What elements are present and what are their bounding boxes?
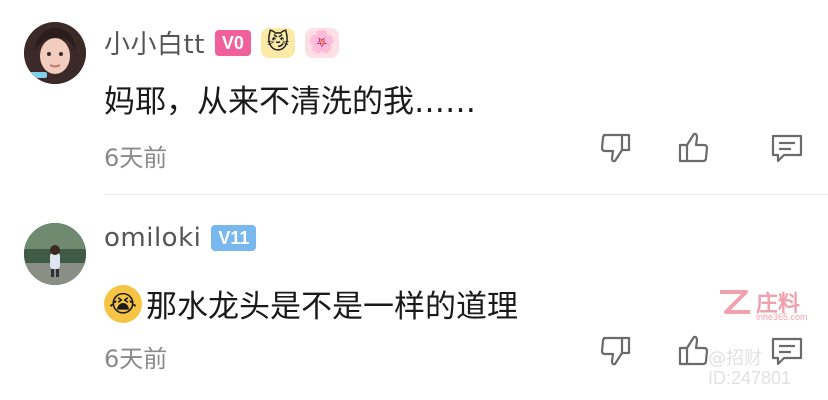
- comment-item: 小小白tt V0 😼 🌸 妈耶，从来不清洗的我…… 6天前: [0, 0, 828, 196]
- brand-logo-icon: [720, 290, 750, 314]
- avatar-portrait-icon: [24, 22, 86, 84]
- avatar[interactable]: [24, 223, 86, 285]
- reply-button[interactable]: [767, 128, 807, 168]
- comment-icon: [771, 134, 803, 163]
- cherry-blossom-badge-icon: 🌸: [304, 27, 339, 58]
- crown-mask-badge-icon: 😼: [260, 27, 295, 58]
- comment-header: omiloki V11: [104, 223, 257, 253]
- username[interactable]: 小小白tt: [104, 24, 205, 61]
- watermark-id: ID:247801: [708, 368, 792, 388]
- like-button[interactable]: [673, 128, 713, 168]
- thumbs-down-icon: [600, 133, 631, 163]
- comment-item: omiloki V11 😭 那水龙头是不是一样的道理 6天前: [0, 197, 828, 400]
- watermark-site: lnhe365.com: [756, 312, 808, 322]
- comment-header: 小小白tt V0 😼 🌸: [104, 24, 339, 61]
- thumbs-up-icon: [678, 132, 709, 163]
- comment-text-row: 😭 那水龙头是不是一样的道理: [104, 281, 518, 326]
- level-badge: V11: [211, 225, 257, 251]
- dislike-button[interactable]: [596, 128, 636, 168]
- thumbs-up-icon: [678, 335, 709, 366]
- thumbs-down-icon: [600, 336, 631, 366]
- comment-time: 6天前: [104, 144, 168, 172]
- avatar-outdoor-photo-icon: [24, 223, 86, 285]
- dislike-button[interactable]: [596, 331, 636, 371]
- username[interactable]: omiloki: [104, 223, 201, 253]
- avatar[interactable]: [24, 22, 86, 84]
- divider: [104, 194, 828, 195]
- like-button[interactable]: [673, 331, 713, 371]
- crying-face-emoji: 😭: [104, 284, 142, 323]
- comment-text: 那水龙头是不是一样的道理: [146, 289, 518, 325]
- watermark: 庄料 lnhe365.com @招财 ID:247801: [708, 284, 818, 396]
- level-badge: V0: [214, 29, 251, 56]
- comment-text: 妈耶，从来不清洗的我……: [104, 84, 476, 120]
- watermark-handle: @招财: [708, 348, 762, 369]
- comment-time: 6天前: [104, 345, 168, 373]
